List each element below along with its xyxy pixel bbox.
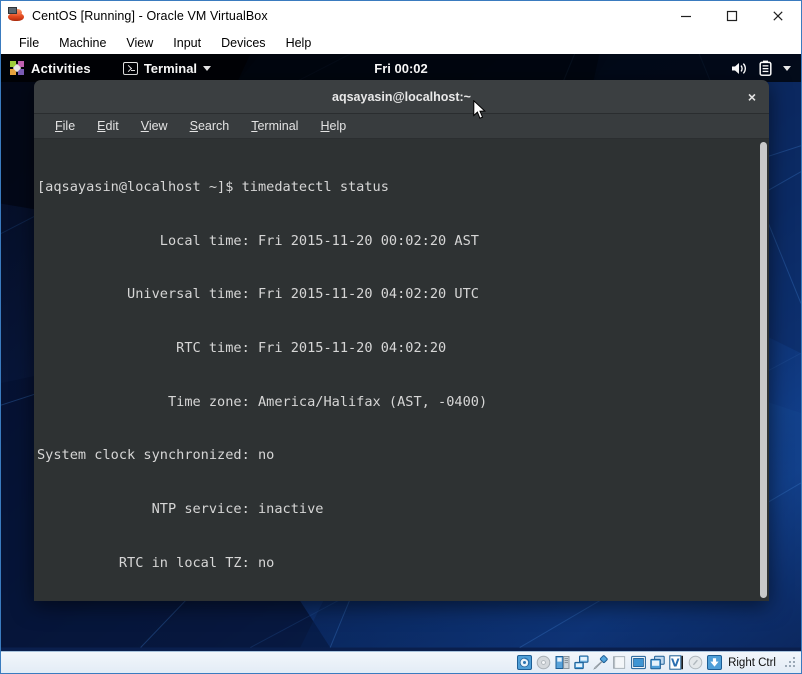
menu-devices[interactable]: Devices — [211, 34, 275, 52]
terminal-line: RTC in local TZ: no — [37, 554, 275, 571]
virtualbox-menubar: File Machine View Input Devices Help — [1, 31, 801, 54]
close-icon — [773, 11, 783, 21]
terminal-icon — [122, 61, 138, 75]
menu-machine[interactable]: Machine — [49, 34, 116, 52]
menu-view[interactable]: View — [116, 34, 163, 52]
window-controls — [663, 1, 801, 31]
gnome-top-bar: Activities Terminal Fri 00:02 — [1, 54, 801, 82]
optical-disk-icon[interactable] — [535, 655, 551, 671]
network-icon[interactable] — [573, 655, 589, 671]
terminal-line: [aqsayasin@localhost ~]$ timedatectl sta… — [37, 178, 389, 195]
terminal-line: Local time: Fri 2015-11-20 00:02:20 AST — [37, 232, 479, 249]
virtualbox-titlebar: CentOS [Running] - Oracle VM VirtualBox — [1, 1, 801, 31]
terminal-title: aqsayasin@localhost:~ — [332, 89, 471, 104]
resize-grip[interactable] — [785, 656, 797, 669]
terminal-menu-terminal[interactable]: Terminal — [240, 119, 309, 133]
display-icon[interactable] — [630, 655, 646, 671]
terminal-line: Universal time: Fri 2015-11-20 04:02:20 … — [37, 286, 479, 303]
terminal-menu-view[interactable]: View — [130, 119, 179, 133]
terminal-menu-edit[interactable]: Edit — [86, 119, 130, 133]
centos-vm-icon — [8, 7, 24, 24]
mnemonic: H — [320, 119, 330, 133]
chevron-down-icon — [203, 65, 212, 71]
maximize-button[interactable] — [709, 1, 755, 31]
menu-file[interactable]: File — [9, 34, 49, 52]
hard-disk-icon[interactable] — [516, 655, 532, 671]
terminal-menu-search[interactable]: Search — [179, 119, 241, 133]
maximize-icon — [726, 10, 738, 22]
virtualbox-statusbar: V Right Ctrl — [1, 651, 801, 673]
terminal-output[interactable]: [aqsayasin@localhost ~]$ timedatectl sta… — [34, 139, 758, 601]
system-tray[interactable] — [731, 54, 801, 82]
mnemonic: F — [55, 119, 63, 133]
mouse-icon[interactable] — [687, 655, 703, 671]
battery-icon — [759, 60, 772, 76]
tray-chevron-down-icon — [783, 65, 791, 71]
mnemonic: E — [97, 119, 106, 133]
clock[interactable]: Fri 00:02 — [374, 61, 427, 76]
terminal-body[interactable]: [aqsayasin@localhost ~]$ timedatectl sta… — [34, 139, 769, 601]
window-title: CentOS [Running] - Oracle VM VirtualBox — [32, 9, 268, 23]
terminal-scrollbar-thumb[interactable] — [760, 142, 767, 598]
label-rest: earch — [197, 119, 230, 133]
usb-icon[interactable] — [592, 655, 608, 671]
host-key-label: Right Ctrl — [728, 656, 776, 669]
menu-help[interactable]: Help — [276, 34, 322, 52]
terminal-line: System clock synchronized: no — [37, 447, 275, 464]
terminal-titlebar[interactable]: aqsayasin@localhost:~ × — [34, 80, 769, 114]
label-rest: elp — [329, 119, 347, 133]
virtualbox-window: CentOS [Running] - Oracle VM VirtualBox — [0, 0, 802, 674]
virtualization-icon[interactable]: V — [668, 655, 684, 671]
label-rest: dit — [105, 119, 119, 133]
label-rest: iew — [148, 119, 168, 133]
menu-input[interactable]: Input — [163, 34, 211, 52]
app-menu-label: Terminal — [143, 60, 198, 76]
terminal-line: RTC time: Fri 2015-11-20 04:02:20 — [37, 339, 447, 356]
shared-folder-icon[interactable] — [611, 655, 627, 671]
activities-button[interactable]: Activities — [1, 54, 101, 82]
terminal-close-button[interactable]: × — [735, 80, 769, 114]
minimize-button[interactable] — [663, 1, 709, 31]
svg-text:V: V — [671, 656, 680, 669]
terminal-menu-help[interactable]: Help — [309, 119, 357, 133]
activities-label: Activities — [31, 60, 91, 76]
minimize-icon — [681, 15, 691, 18]
guest-screen[interactable]: Activities Terminal Fri 00:02 aqsayasin@… — [1, 54, 801, 651]
mnemonic: V — [140, 119, 149, 133]
terminal-scrollbar[interactable] — [758, 139, 769, 601]
mnemonic: S — [189, 119, 198, 133]
keyboard-host-icon[interactable] — [706, 655, 722, 671]
recording-icon[interactable] — [649, 655, 665, 671]
centos-logo-icon — [9, 61, 24, 76]
terminal-line: NTP service: inactive — [37, 501, 324, 518]
gnome-terminal-window[interactable]: aqsayasin@localhost:~ × File Edit View S… — [34, 80, 769, 601]
terminal-line: Time zone: America/Halifax (AST, -0400) — [37, 393, 488, 410]
close-button[interactable] — [755, 1, 801, 31]
terminal-menubar: File Edit View Search Terminal Help — [34, 114, 769, 139]
label-rest: erminal — [257, 119, 299, 133]
terminal-menu-file[interactable]: File — [44, 119, 86, 133]
label-rest: ile — [62, 119, 76, 133]
volume-icon — [732, 62, 746, 74]
floppy-disk-icon[interactable] — [554, 655, 570, 671]
app-menu-button[interactable]: Terminal — [115, 54, 219, 82]
